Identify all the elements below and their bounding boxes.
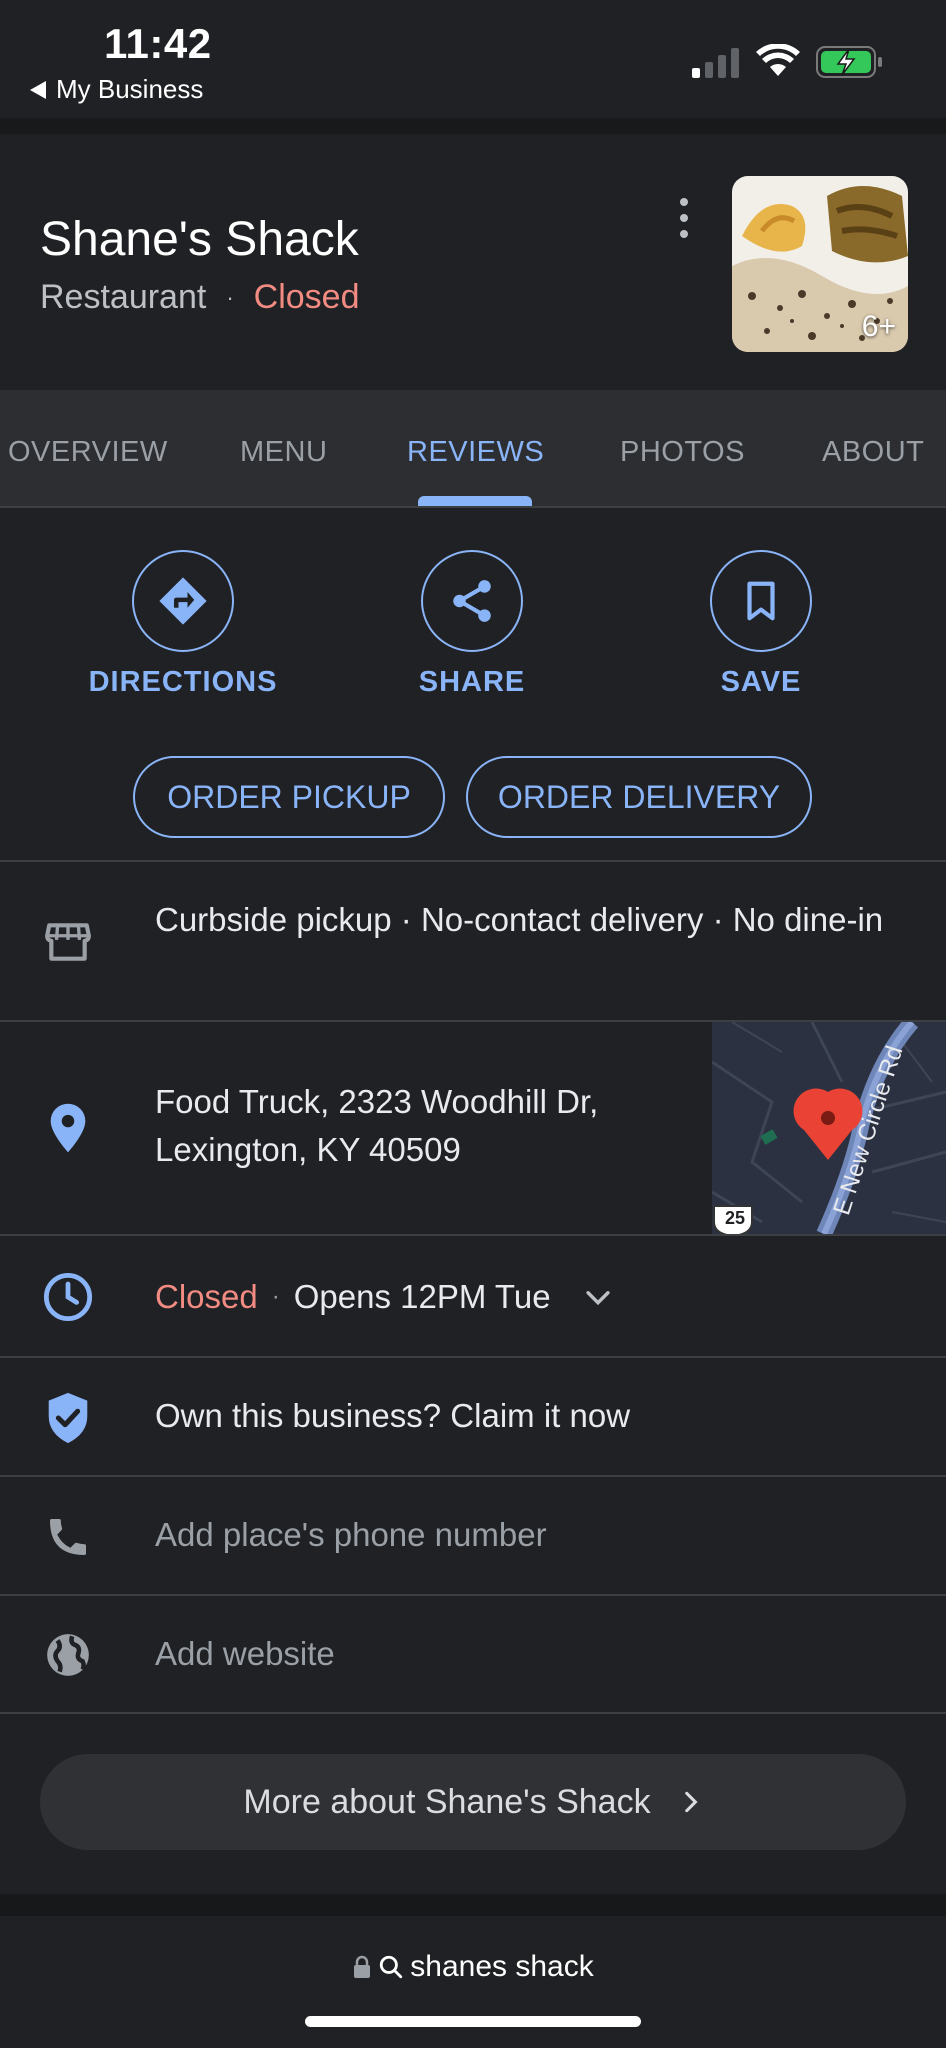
tab-reviews[interactable]: REVIEWS [407,436,544,469]
chevron-down-icon[interactable] [581,1280,615,1314]
signal-icon [692,48,739,78]
map-route-label: 25 [724,1208,746,1228]
section-divider [0,1894,946,1916]
more-vert-icon[interactable] [672,198,696,238]
more-section: More about Shane's Shack [0,1714,946,1894]
back-to-app-button[interactable]: My Business [30,74,203,105]
map-thumbnail[interactable]: E New Circle Rd 25 [712,1022,946,1234]
tab-bar: OVERVIEW MENU REVIEWS PHOTOS ABOUT [0,390,946,508]
clock-icon [40,1269,96,1325]
address-text: Food Truck, 2323 Woodhill Dr, Lexington,… [155,1078,598,1174]
more-about-button[interactable]: More about Shane's Shack [40,1754,906,1850]
address-line-1: Food Truck, 2323 Woodhill Dr, [155,1083,599,1120]
subtitle-separator: · [226,284,234,310]
hours-status: Closed [155,1278,258,1315]
url-query-text: shanes shack [410,1950,594,1983]
storefront-icon [40,914,96,970]
share-label: SHARE [418,666,526,698]
phone-icon [40,1509,96,1565]
browser-url-bar[interactable]: shanes shack [0,1916,946,2048]
service-options-text: Curbside pickup · No-contact delivery · … [155,901,884,938]
globe-icon [40,1627,96,1683]
hours-text: Closed · Opens 12PM Tue [155,1273,615,1321]
wifi-icon [756,44,800,76]
order-delivery-button[interactable]: ORDER DELIVERY [466,756,812,838]
place-header: Shane's Shack Restaurant · Closed 6+ [0,134,946,390]
save-button[interactable]: SAVE [651,550,871,699]
back-arrow-icon [30,80,46,99]
bookmark-icon [710,550,812,652]
directions-button[interactable]: DIRECTIONS [73,550,293,699]
place-title: Shane's Shack [40,213,359,266]
section-divider [0,118,946,134]
back-app-label: My Business [56,74,204,104]
service-options-row[interactable]: Curbside pickup · No-contact delivery · … [0,862,946,1022]
active-tab-indicator [418,496,532,506]
location-pin-icon [40,1100,96,1156]
place-status: Closed [253,278,360,316]
place-category: Restaurant [40,278,207,316]
tab-photos[interactable]: PHOTOS [620,436,745,469]
add-phone-text: Add place's phone number [155,1516,547,1553]
tab-about[interactable]: ABOUT [822,436,924,469]
claim-business-row[interactable]: Own this business? Claim it now [0,1358,946,1477]
hours-separator: · [271,1283,280,1310]
status-bar: 11:42 My Business [0,0,946,118]
chevron-right-icon [684,1791,698,1813]
order-pickup-button[interactable]: ORDER PICKUP [133,756,445,838]
directions-icon [132,550,234,652]
share-button[interactable]: SHARE [362,550,582,699]
photo-count: 6+ [861,310,896,343]
tab-overview[interactable]: OVERVIEW [8,436,168,469]
place-subtitle: Restaurant · Closed [40,278,360,317]
action-section: DIRECTIONS SHARE SAVE ORDER PICKUP ORDER… [0,510,946,862]
lock-icon [354,1955,371,1978]
directions-label: DIRECTIONS [88,666,278,698]
more-about-label: More about Shane's Shack [243,1782,651,1821]
hours-next-open: Opens 12PM Tue [293,1278,551,1315]
home-indicator[interactable] [305,2016,641,2027]
battery-charging-icon [816,46,882,78]
add-website-row[interactable]: Add website [0,1596,946,1714]
tab-menu[interactable]: MENU [240,436,327,469]
search-icon [380,1955,403,1979]
address-row[interactable]: Food Truck, 2323 Woodhill Dr, Lexington,… [0,1022,946,1236]
address-line-2: Lexington, KY 40509 [155,1131,461,1168]
save-label: SAVE [720,666,802,698]
add-phone-row[interactable]: Add place's phone number [0,1477,946,1596]
status-time: 11:42 [104,20,212,67]
hours-row[interactable]: Closed · Opens 12PM Tue [0,1236,946,1358]
claim-business-text: Own this business? Claim it now [155,1397,631,1434]
share-icon [421,550,523,652]
place-photo-thumbnail[interactable]: 6+ [732,176,908,352]
url-display[interactable]: shanes shack [0,1950,946,1984]
verified-shield-icon [40,1390,96,1446]
add-website-text: Add website [155,1635,335,1672]
